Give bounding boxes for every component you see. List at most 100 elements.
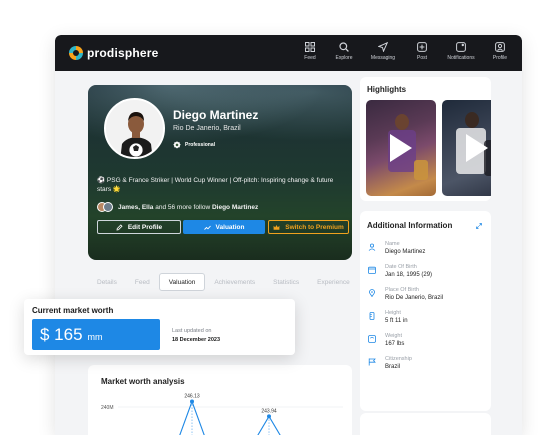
- tab-details[interactable]: Details: [88, 273, 126, 291]
- switch-premium-button[interactable]: Switch to Premium: [268, 220, 349, 234]
- brand-logo[interactable]: prodisphere: [69, 46, 159, 60]
- logo-mark-icon: [69, 46, 83, 60]
- highlight-video[interactable]: [442, 100, 491, 196]
- field-value: Diego Martinez: [385, 249, 426, 255]
- tab-statistics[interactable]: Statistics: [264, 273, 308, 291]
- nav-label: Post: [416, 55, 427, 61]
- nav-item-messaging[interactable]: Messaging: [366, 42, 400, 61]
- trend-icon: [203, 225, 211, 230]
- profile-avatar[interactable]: [104, 98, 165, 159]
- info-field-height: Height 5 ft 11 in: [368, 310, 408, 324]
- field-label: Date Of Birth: [385, 264, 417, 270]
- additional-info-card: Additional Information Name Diego Martine…: [360, 211, 491, 411]
- profile-bio: ⚽ PSG & France Striker | World Cup Winne…: [97, 177, 334, 193]
- info-field-weight: Weight 167 lbs: [368, 333, 404, 347]
- flag-icon: [368, 358, 376, 366]
- profile-hero-card: Diego Martinez Rio De Janerio, Brazil Pr…: [88, 85, 352, 260]
- tab-experience[interactable]: Experience: [308, 273, 359, 291]
- field-label: Weight: [385, 333, 403, 339]
- profile-tabs: Details Feed Valuation Achievements Stat…: [88, 273, 359, 291]
- field-value: Brazil: [385, 364, 401, 370]
- field-label: Citizenship: [385, 356, 412, 362]
- field-value: Rio De Janerio, Brazil: [385, 295, 444, 301]
- edit-profile-button[interactable]: Edit Profile: [97, 220, 181, 234]
- last-updated-label: Last updated on: [172, 328, 212, 334]
- additional-info-title: Additional Information: [367, 221, 453, 230]
- mutual-followers[interactable]: James, Ella and 56 more follow Diego Mar…: [97, 202, 258, 212]
- nav-item-feed[interactable]: Feed: [298, 42, 322, 61]
- follower-avatars: [97, 202, 113, 212]
- next-card: [360, 413, 491, 435]
- valuation-button[interactable]: Valuation: [183, 220, 265, 234]
- highlights-card: Highlights: [360, 77, 491, 201]
- info-field-name: Name Diego Martinez: [368, 241, 425, 255]
- followers-middle: and 56 more follow: [153, 203, 212, 211]
- nav-label: Messaging: [370, 55, 396, 61]
- scale-icon: [368, 335, 376, 343]
- tab-achievements[interactable]: Achievements: [205, 273, 264, 291]
- expand-icon[interactable]: [476, 223, 482, 229]
- plus-square-icon: [417, 42, 427, 52]
- main-nav: Feed Explore Messaging Post Notification…: [298, 42, 512, 61]
- edit-icon: [116, 223, 123, 230]
- nav-item-profile[interactable]: Profile: [488, 42, 512, 61]
- pin-icon: [369, 289, 375, 297]
- profile-location: Rio De Janerio, Brazil: [173, 125, 241, 132]
- grid-icon: [305, 42, 315, 52]
- tab-valuation[interactable]: Valuation: [158, 273, 206, 291]
- profile-name: Diego Martinez: [173, 108, 259, 122]
- data-label: 243.94: [261, 408, 277, 414]
- professional-badge: Professional: [173, 141, 215, 149]
- data-label: 246.13: [184, 394, 200, 400]
- search-icon: [339, 42, 349, 52]
- send-icon: [378, 42, 388, 52]
- nav-item-post[interactable]: Post: [410, 42, 434, 61]
- info-field-pob: Place Of Birth Rio De Janerio, Brazil: [368, 287, 443, 301]
- field-label: Place Of Birth: [385, 287, 419, 293]
- field-value: 167 lbs: [385, 341, 405, 347]
- play-icon[interactable]: [390, 134, 412, 162]
- top-nav-bar: prodisphere Feed Explore Messaging Post: [55, 35, 522, 71]
- badge-label: Professional: [185, 142, 216, 148]
- user-icon: [495, 42, 505, 52]
- play-icon[interactable]: [466, 134, 488, 162]
- market-worth-chart: 240M 246.13 243.94: [101, 394, 343, 435]
- tab-feed[interactable]: Feed: [126, 273, 159, 291]
- nav-label: Notifications: [447, 55, 475, 61]
- data-point: [267, 414, 271, 419]
- last-updated-date: 18 December 2023: [172, 337, 221, 343]
- field-value: 5 ft 11 in: [385, 318, 408, 324]
- nav-item-notifications[interactable]: Notifications: [444, 42, 478, 61]
- ruler-icon: [369, 312, 375, 320]
- bell-icon: [456, 42, 466, 52]
- market-worth-value: $ 165 mm: [32, 319, 160, 350]
- nav-label: Feed: [304, 55, 316, 61]
- market-worth-analysis-card: Market worth analysis 240M 246.13 243.94: [88, 365, 352, 435]
- followers-names: James, Ella: [118, 203, 154, 211]
- valuation-label: Valuation: [215, 223, 245, 231]
- info-field-citizenship: Citizenship Brazil: [368, 356, 412, 370]
- worth-amount: $ 165: [40, 325, 83, 344]
- highlights-title: Highlights: [367, 85, 407, 94]
- nav-label: Profile: [492, 55, 508, 61]
- edit-profile-label: Edit Profile: [127, 223, 163, 231]
- crown-icon: [273, 224, 280, 230]
- avatar: [103, 202, 113, 212]
- highlight-video[interactable]: [366, 100, 436, 196]
- nav-item-explore[interactable]: Explore: [332, 42, 356, 61]
- brand-name: prodisphere: [87, 46, 159, 60]
- field-label: Name: [385, 241, 400, 247]
- premium-label: Switch to Premium: [285, 223, 344, 231]
- player-portrait-icon: [106, 100, 163, 157]
- y-tick-label: 240M: [101, 405, 114, 411]
- calendar-icon: [368, 266, 376, 274]
- page: prodisphere Feed Explore Messaging Post: [0, 0, 550, 435]
- nav-label: Explore: [335, 55, 353, 61]
- worth-unit: mm: [87, 332, 103, 342]
- current-market-worth-card: Current market worth $ 165 mm Last updat…: [24, 299, 295, 355]
- data-point: [190, 399, 194, 404]
- market-worth-title: Current market worth: [32, 306, 114, 315]
- badge-icon: [173, 141, 181, 149]
- followers-text: James, Ella and 56 more follow Diego Mar…: [118, 204, 258, 211]
- info-field-dob: Date Of Birth Jan 18, 1995 (29): [368, 264, 432, 278]
